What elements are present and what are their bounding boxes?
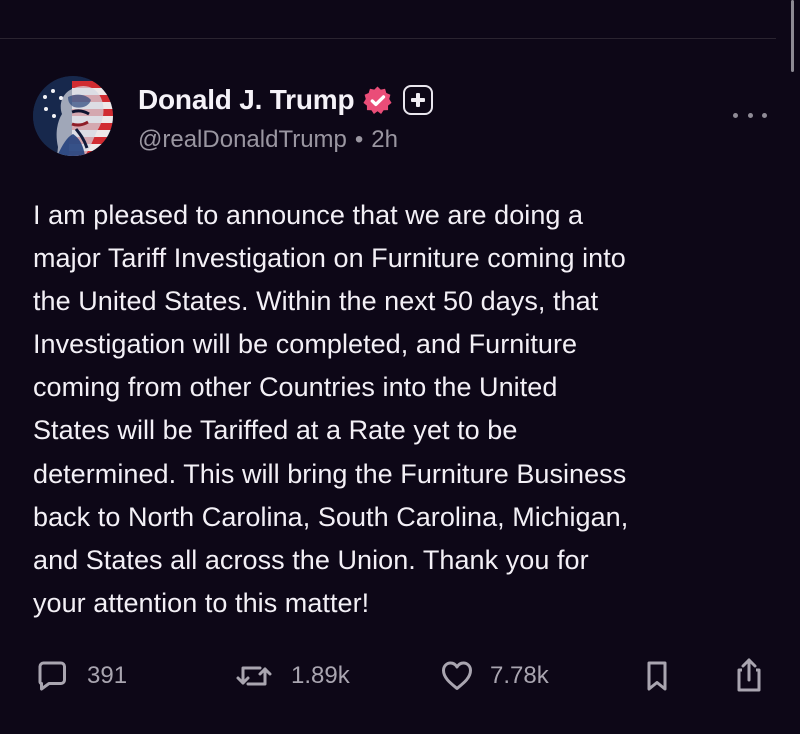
post-text: I am pleased to announce that we are doi… bbox=[33, 194, 778, 625]
post-text-line: and States all across the Union. Thank y… bbox=[33, 544, 589, 575]
post-text-line: Investigation will be completed, and Fur… bbox=[33, 329, 578, 360]
post-text-line: your attention to this matter! bbox=[33, 587, 370, 618]
post-actions-bar: 391 1.89k 7.78k bbox=[33, 654, 773, 698]
like-button[interactable]: 7.78k bbox=[440, 654, 549, 698]
scrollbar-thumb[interactable] bbox=[791, 0, 794, 72]
post-text-line: determined. This will bring the Furnitur… bbox=[33, 458, 627, 489]
post-text-line: the United States. Within the next 50 da… bbox=[33, 286, 599, 317]
bookmark-icon bbox=[647, 661, 667, 691]
post-text-line: I am pleased to announce that we are doi… bbox=[33, 200, 584, 230]
like-count: 7.78k bbox=[490, 662, 549, 689]
repost-count: 1.89k bbox=[291, 662, 350, 689]
top-divider bbox=[0, 38, 776, 39]
reply-button[interactable]: 391 bbox=[33, 654, 127, 698]
meta-separator: • bbox=[354, 126, 364, 153]
more-dot-icon bbox=[762, 112, 767, 118]
more-dot-icon bbox=[733, 112, 738, 118]
scrollbar[interactable] bbox=[786, 0, 800, 734]
author-meta-row: @realDonaldTrump • 2h bbox=[138, 124, 398, 156]
post-text-line: back to North Carolina, South Carolina, … bbox=[33, 501, 629, 532]
post-text-line: major Tariff Investigation on Furniture … bbox=[33, 243, 626, 274]
author-display-name[interactable]: Donald J. Trump bbox=[138, 84, 355, 116]
repost-button[interactable]: 1.89k bbox=[233, 654, 350, 698]
reply-icon bbox=[38, 661, 66, 691]
share-button[interactable] bbox=[733, 654, 765, 698]
reply-count: 391 bbox=[87, 662, 128, 689]
post-text-line: States will be Tariffed at a Rate yet to… bbox=[33, 415, 518, 446]
share-icon bbox=[737, 658, 761, 692]
plus-badge-icon bbox=[403, 85, 434, 115]
post-screen: Donald J. Trump @realDonaldTrump • 2h I … bbox=[0, 0, 800, 734]
author-handle[interactable]: @realDonaldTrump bbox=[138, 126, 347, 154]
flag-portrait-avatar bbox=[33, 76, 113, 156]
bookmark-button[interactable] bbox=[641, 654, 673, 698]
author-name-row: Donald J. Trump bbox=[138, 80, 434, 120]
more-dot-icon bbox=[747, 112, 753, 118]
post-timestamp[interactable]: 2h bbox=[371, 126, 398, 154]
post-text-line: coming from other Countries into the Uni… bbox=[33, 372, 558, 403]
avatar[interactable] bbox=[33, 76, 113, 156]
heart-icon bbox=[442, 661, 472, 690]
repost-icon bbox=[236, 666, 272, 686]
more-options-button[interactable] bbox=[733, 108, 767, 122]
verified-badge-icon bbox=[362, 85, 393, 116]
